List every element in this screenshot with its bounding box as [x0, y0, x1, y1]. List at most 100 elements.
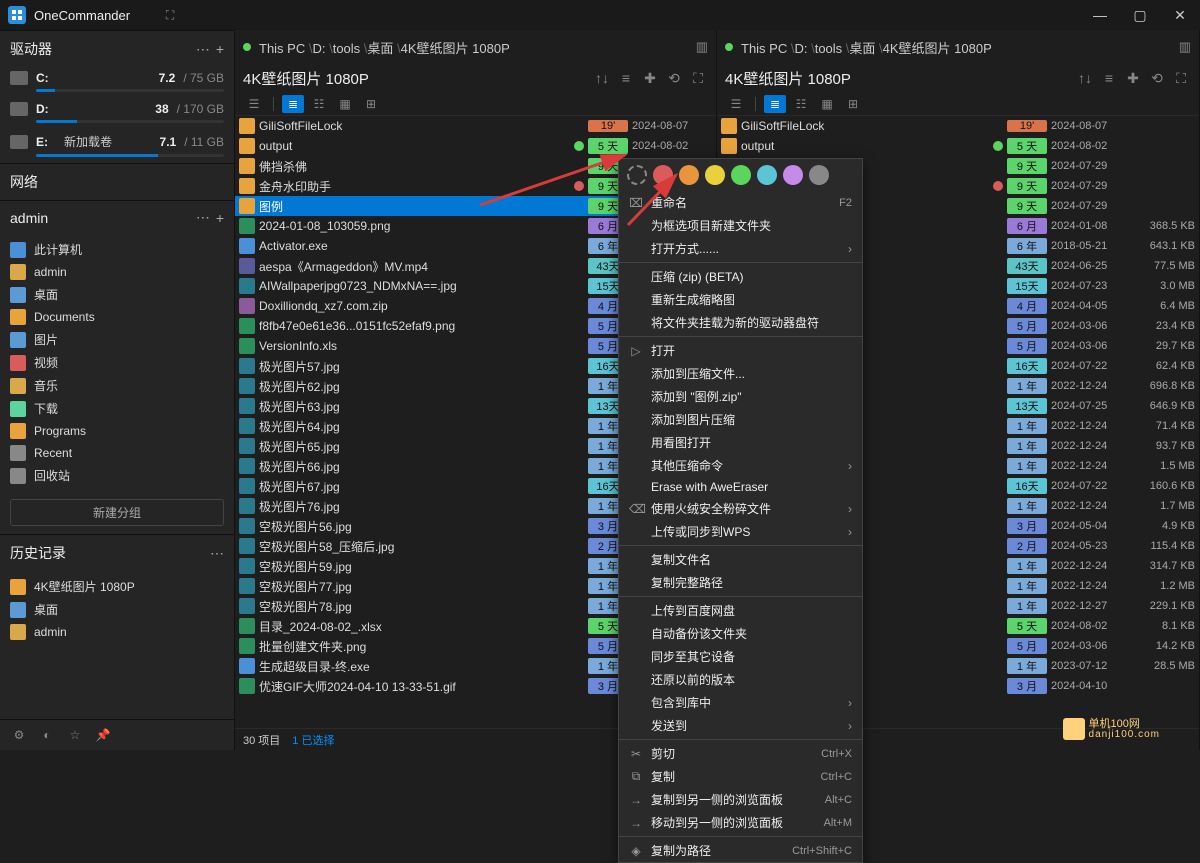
view-detail-icon[interactable]: ☷ — [308, 95, 330, 113]
theme-icon[interactable]: ◐ — [38, 726, 56, 744]
view-grid-icon[interactable]: ▦ — [816, 95, 838, 113]
new-folder-icon[interactable]: ✚ — [1123, 68, 1143, 88]
tree-item[interactable]: 此计算机 — [0, 238, 234, 261]
breadcrumb-part[interactable]: 桌面 — [367, 41, 393, 56]
columns-toggle-icon[interactable]: ▥ — [1179, 39, 1191, 55]
ctx-menu-item[interactable]: 上传或同步到WPS › — [619, 520, 862, 543]
ctx-color-none[interactable] — [627, 165, 647, 185]
breadcrumb-part[interactable]: This PC — [741, 41, 787, 56]
ctx-menu-item[interactable]: ⌫ 使用火绒安全粉碎文件 › — [619, 497, 862, 520]
breadcrumb-right[interactable]: This PC \D: \tools \桌面 \4K壁纸图片 1080P ▥ — [717, 30, 1199, 64]
ctx-menu-item[interactable]: 复制文件名 — [619, 548, 862, 571]
history-item[interactable]: admin — [0, 621, 234, 643]
tree-item[interactable]: 音乐 — [0, 374, 234, 397]
ctx-menu-item[interactable]: 上传到百度网盘 — [619, 599, 862, 622]
pin-icon[interactable]: 📌 — [94, 726, 112, 744]
ctx-color-dot[interactable] — [783, 165, 803, 185]
filter-icon[interactable]: ≡ — [616, 68, 636, 88]
drives-menu-icon[interactable]: ⋯ — [196, 41, 210, 58]
breadcrumb-part[interactable]: 4K壁纸图片 1080P — [401, 41, 510, 56]
tree-item[interactable]: admin — [0, 261, 234, 283]
ctx-menu-item[interactable]: 包含到库中 › — [619, 691, 862, 714]
ctx-menu-item[interactable]: 还原以前的版本 — [619, 668, 862, 691]
refresh-icon[interactable]: ⟲ — [1147, 68, 1167, 88]
breadcrumb-part[interactable]: tools — [815, 41, 842, 56]
ctx-menu-item[interactable]: 同步至其它设备 — [619, 645, 862, 668]
view-list-icon[interactable]: ≣ — [282, 95, 304, 113]
view-grid2-icon[interactable]: ⊞ — [360, 95, 382, 113]
drive-row[interactable]: D: 38 / 170 GB — [0, 98, 234, 120]
filter-icon[interactable]: ≡ — [1099, 68, 1119, 88]
ctx-menu-item[interactable]: 添加到压缩文件... — [619, 362, 862, 385]
breadcrumb-left[interactable]: This PC \D: \tools \桌面 \4K壁纸图片 1080P ▥ — [235, 30, 716, 64]
file-row[interactable]: output 5 天 2024-08-02 — [717, 136, 1199, 156]
ctx-menu-item[interactable]: 将文件夹挂载为新的驱动器盘符 — [619, 311, 862, 334]
settings-icon[interactable]: ⚙ — [10, 726, 28, 744]
ctx-menu-item[interactable]: ⌧ 重命名 F2 — [619, 191, 862, 214]
tree-item[interactable]: 下载 — [0, 397, 234, 420]
ctx-color-dot[interactable] — [679, 165, 699, 185]
file-row[interactable]: GiliSoftFileLock 19' 2024-08-07 — [235, 116, 716, 136]
ctx-menu-item[interactable]: ⧉ 复制 Ctrl+C — [619, 765, 862, 788]
ctx-color-dot[interactable] — [705, 165, 725, 185]
ctx-menu-item[interactable]: 其他压缩命令 › — [619, 454, 862, 477]
ctx-menu-item[interactable]: → 复制到另一侧的浏览面板 Alt+C — [619, 788, 862, 811]
breadcrumb-part[interactable]: 桌面 — [849, 41, 875, 56]
ctx-menu-item[interactable]: 添加到图片压缩 — [619, 408, 862, 431]
drives-add-icon[interactable]: + — [216, 41, 224, 57]
new-group-button[interactable]: 新建分组 — [10, 499, 224, 526]
expand-icon[interactable]: ⛶ — [688, 68, 708, 88]
ctx-menu-item[interactable]: 自动备份该文件夹 — [619, 622, 862, 645]
ctx-menu-item[interactable]: 发送到 › — [619, 714, 862, 737]
tree-item[interactable]: Documents — [0, 306, 234, 328]
ctx-menu-item[interactable]: Erase with AweEraser — [619, 477, 862, 497]
view-tree-icon[interactable]: ☰ — [725, 95, 747, 113]
ctx-menu-item[interactable]: 压缩 (zip) (BETA) — [619, 265, 862, 288]
tree-item[interactable]: 回收站 — [0, 464, 234, 487]
breadcrumb-part[interactable]: D: — [794, 41, 807, 56]
tree-item[interactable]: 桌面 — [0, 283, 234, 306]
view-tree-icon[interactable]: ☰ — [243, 95, 265, 113]
history-item[interactable]: 4K壁纸图片 1080P — [0, 575, 234, 598]
tree-item[interactable]: 图片 — [0, 328, 234, 351]
sort-icon[interactable]: ↑↓ — [592, 68, 612, 88]
ctx-menu-item[interactable]: 重新生成缩略图 — [619, 288, 862, 311]
tree-item[interactable]: 视频 — [0, 351, 234, 374]
ctx-color-dot[interactable] — [757, 165, 777, 185]
file-row[interactable]: output 5 天 2024-08-02 — [235, 136, 716, 156]
ctx-menu-item[interactable]: 用看图打开 — [619, 431, 862, 454]
breadcrumb-part[interactable]: This PC — [259, 41, 305, 56]
ctx-menu-item[interactable]: ▷ 打开 — [619, 339, 862, 362]
sort-icon[interactable]: ↑↓ — [1075, 68, 1095, 88]
tree-item[interactable]: Programs — [0, 420, 234, 442]
columns-toggle-icon[interactable]: ▥ — [696, 39, 708, 55]
ctx-color-dot[interactable] — [809, 165, 829, 185]
ctx-color-dot[interactable] — [653, 165, 673, 185]
ctx-menu-item[interactable]: 为框选项目新建文件夹 — [619, 214, 862, 237]
ctx-menu-item[interactable]: 打开方式...... › — [619, 237, 862, 260]
breadcrumb-part[interactable]: D: — [312, 41, 325, 56]
drive-row[interactable]: E: 新加载卷 7.1 / 11 GB — [0, 129, 234, 154]
maximize-button[interactable]: ▢ — [1120, 0, 1160, 30]
ctx-color-dot[interactable] — [731, 165, 751, 185]
tree-item[interactable]: Recent — [0, 442, 234, 464]
view-list-icon[interactable]: ≣ — [764, 95, 786, 113]
star-icon[interactable]: ☆ — [66, 726, 84, 744]
ctx-menu-item[interactable]: ✂ 剪切 Ctrl+X — [619, 742, 862, 765]
ctx-menu-item[interactable]: ◈ 复制为路径 Ctrl+Shift+C — [619, 839, 862, 862]
history-item[interactable]: 桌面 — [0, 598, 234, 621]
ctx-menu-item[interactable]: → 移动到另一侧的浏览面板 Alt+M — [619, 811, 862, 834]
file-row[interactable]: GiliSoftFileLock 19' 2024-08-07 — [717, 116, 1199, 136]
history-menu-icon[interactable]: ⋯ — [210, 545, 224, 562]
admin-add-icon[interactable]: + — [216, 210, 224, 226]
view-grid-icon[interactable]: ▦ — [334, 95, 356, 113]
drive-row[interactable]: C: 7.2 / 75 GB — [0, 67, 234, 89]
breadcrumb-part[interactable]: tools — [333, 41, 360, 56]
admin-menu-icon[interactable]: ⋯ — [196, 209, 210, 226]
view-grid2-icon[interactable]: ⊞ — [842, 95, 864, 113]
minimize-button[interactable]: — — [1080, 0, 1120, 30]
ctx-menu-item[interactable]: 添加到 "图例.zip" — [619, 385, 862, 408]
ctx-menu-item[interactable]: 复制完整路径 — [619, 571, 862, 594]
view-detail-icon[interactable]: ☷ — [790, 95, 812, 113]
close-button[interactable]: ✕ — [1160, 0, 1200, 30]
